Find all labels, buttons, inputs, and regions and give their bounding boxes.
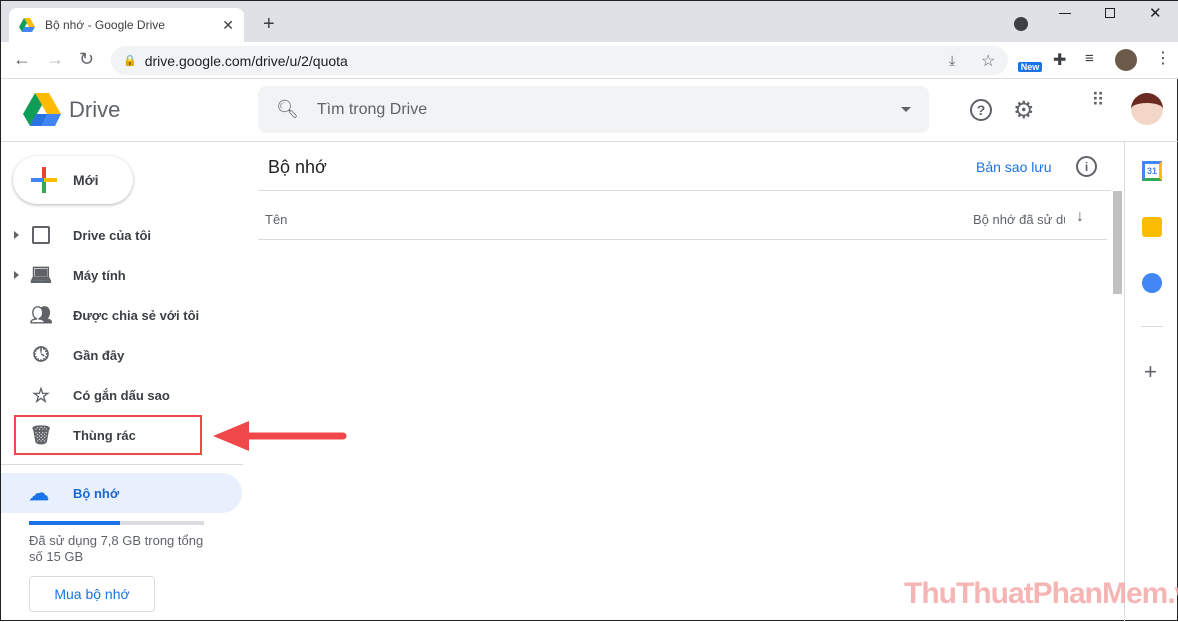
page-title: Bộ nhớ xyxy=(268,157,327,177)
search-input[interactable]: Tìm trong Drive xyxy=(317,101,901,119)
install-icon[interactable]: ⤓ xyxy=(949,52,955,69)
bookmark-star-icon[interactable]: ☆ xyxy=(981,51,995,71)
sidebar-item-starred[interactable]: ☆ Có gắn dấu sao xyxy=(1,375,256,415)
menu-icon[interactable]: ⋮ xyxy=(1155,48,1171,68)
account-avatar[interactable] xyxy=(1131,93,1163,125)
sidebar-item-my-drive[interactable]: Drive của tôi xyxy=(1,215,256,255)
sidebar-item-computers[interactable]: 💻︎ Máy tính xyxy=(1,255,256,295)
minimize-icon[interactable] xyxy=(1059,13,1071,14)
sidebar-item-label: Bộ nhớ xyxy=(73,486,120,501)
my-drive-icon xyxy=(32,226,50,244)
search-icon: 🔍︎ xyxy=(276,99,299,119)
cloud-icon: ☁︎ xyxy=(29,483,49,505)
maximize-icon[interactable] xyxy=(1105,8,1115,18)
tab-search-icon[interactable] xyxy=(1014,17,1028,31)
info-icon[interactable]: i xyxy=(1076,156,1097,177)
divider xyxy=(258,239,1107,240)
sidebar-divider xyxy=(1,464,243,465)
back-icon[interactable]: ← xyxy=(13,49,31,70)
extension-new-badge[interactable]: New xyxy=(1018,62,1042,72)
drive-favicon-icon xyxy=(19,18,35,32)
computer-icon: 💻︎ xyxy=(29,264,53,285)
new-tab-icon[interactable]: + xyxy=(263,13,275,36)
close-window-icon[interactable]: ✕ xyxy=(1149,4,1162,22)
scrollbar[interactable] xyxy=(1113,191,1122,294)
toolbar: ← → ↻ 🔒 drive.google.com/drive/u/2/quota… xyxy=(1,42,1178,79)
sidebar-item-label: Drive của tôi xyxy=(73,227,152,243)
sidebar-item-label: Máy tính xyxy=(73,267,126,283)
calendar-icon[interactable]: 31 xyxy=(1142,161,1162,181)
divider xyxy=(258,190,1111,191)
app-name: Drive xyxy=(69,97,121,122)
sidebar-item-storage[interactable]: ☁︎ Bộ nhớ xyxy=(1,473,242,513)
extensions-icon[interactable]: ✚ xyxy=(1053,50,1066,70)
browser-tab[interactable]: Bộ nhớ - Google Drive ✕ xyxy=(9,8,244,42)
search-options-icon[interactable] xyxy=(901,107,911,112)
sidebar-item-label: Được chia sẻ với tôi xyxy=(73,307,200,323)
header-divider xyxy=(1,141,1178,142)
sort-down-icon[interactable]: ↓ xyxy=(1076,208,1084,226)
add-addon-icon[interactable]: + xyxy=(1144,359,1157,385)
close-tab-icon[interactable]: ✕ xyxy=(222,17,234,34)
divider xyxy=(1141,326,1163,327)
media-icon[interactable]: ≡ xyxy=(1085,50,1094,67)
help-icon[interactable]: ? xyxy=(970,99,992,121)
people-icon: 👥︎ xyxy=(29,304,53,325)
column-header-storage[interactable]: Bộ nhớ đã sử dụ xyxy=(973,212,1065,227)
tab-title: Bộ nhớ - Google Drive xyxy=(45,18,165,32)
sidebar-item-label: Có gắn dấu sao xyxy=(73,387,170,403)
expand-icon[interactable] xyxy=(14,271,19,279)
watermark: ThuThuatPhanMem.vn xyxy=(904,577,1178,610)
expand-icon[interactable] xyxy=(14,231,19,239)
storage-bar-fill xyxy=(29,521,120,525)
drive-logo[interactable]: Drive xyxy=(23,93,120,131)
apps-grid-icon[interactable]: ⠿ xyxy=(1087,91,1107,109)
sidebar-item-label: Gần đây xyxy=(73,347,125,363)
clock-icon: 🕓︎ xyxy=(33,343,49,366)
reload-icon[interactable]: ↻ xyxy=(79,49,94,70)
plus-icon xyxy=(31,167,57,193)
annotation-highlight-box xyxy=(14,415,202,455)
search-box[interactable]: 🔍︎ Tìm trong Drive xyxy=(258,86,929,133)
backup-link[interactable]: Bản sao lưu xyxy=(976,159,1052,175)
settings-gear-icon[interactable]: ⚙ xyxy=(1013,96,1035,125)
lock-icon: 🔒 xyxy=(123,55,137,67)
tasks-icon[interactable] xyxy=(1142,273,1162,293)
side-panel-divider xyxy=(1124,142,1125,622)
buy-storage-button[interactable]: Mua bộ nhớ xyxy=(29,576,155,612)
column-header-name[interactable]: Tên xyxy=(265,212,287,227)
address-bar[interactable]: 🔒 drive.google.com/drive/u/2/quota ⤓ ☆ xyxy=(111,46,1008,75)
drive-logo-icon xyxy=(23,93,61,126)
annotation-arrow-icon xyxy=(213,421,347,451)
tab-strip: Bộ nhớ - Google Drive ✕ + ✕ xyxy=(1,1,1178,42)
keep-icon[interactable] xyxy=(1142,217,1162,237)
sidebar-item-recent[interactable]: 🕓︎ Gần đây xyxy=(1,335,256,375)
star-icon: ☆ xyxy=(32,384,50,407)
storage-bar xyxy=(29,521,204,525)
url-text: drive.google.com/drive/u/2/quota xyxy=(144,52,348,69)
new-label: Mới xyxy=(73,172,99,188)
sidebar-item-shared[interactable]: 👥︎ Được chia sẻ với tôi xyxy=(1,295,256,335)
forward-icon[interactable]: → xyxy=(46,49,64,70)
new-button[interactable]: Mới xyxy=(13,156,133,204)
profile-avatar[interactable] xyxy=(1115,49,1137,71)
storage-usage-text: Đã sử dụng 7,8 GB trong tổng số 15 GB xyxy=(29,533,204,564)
